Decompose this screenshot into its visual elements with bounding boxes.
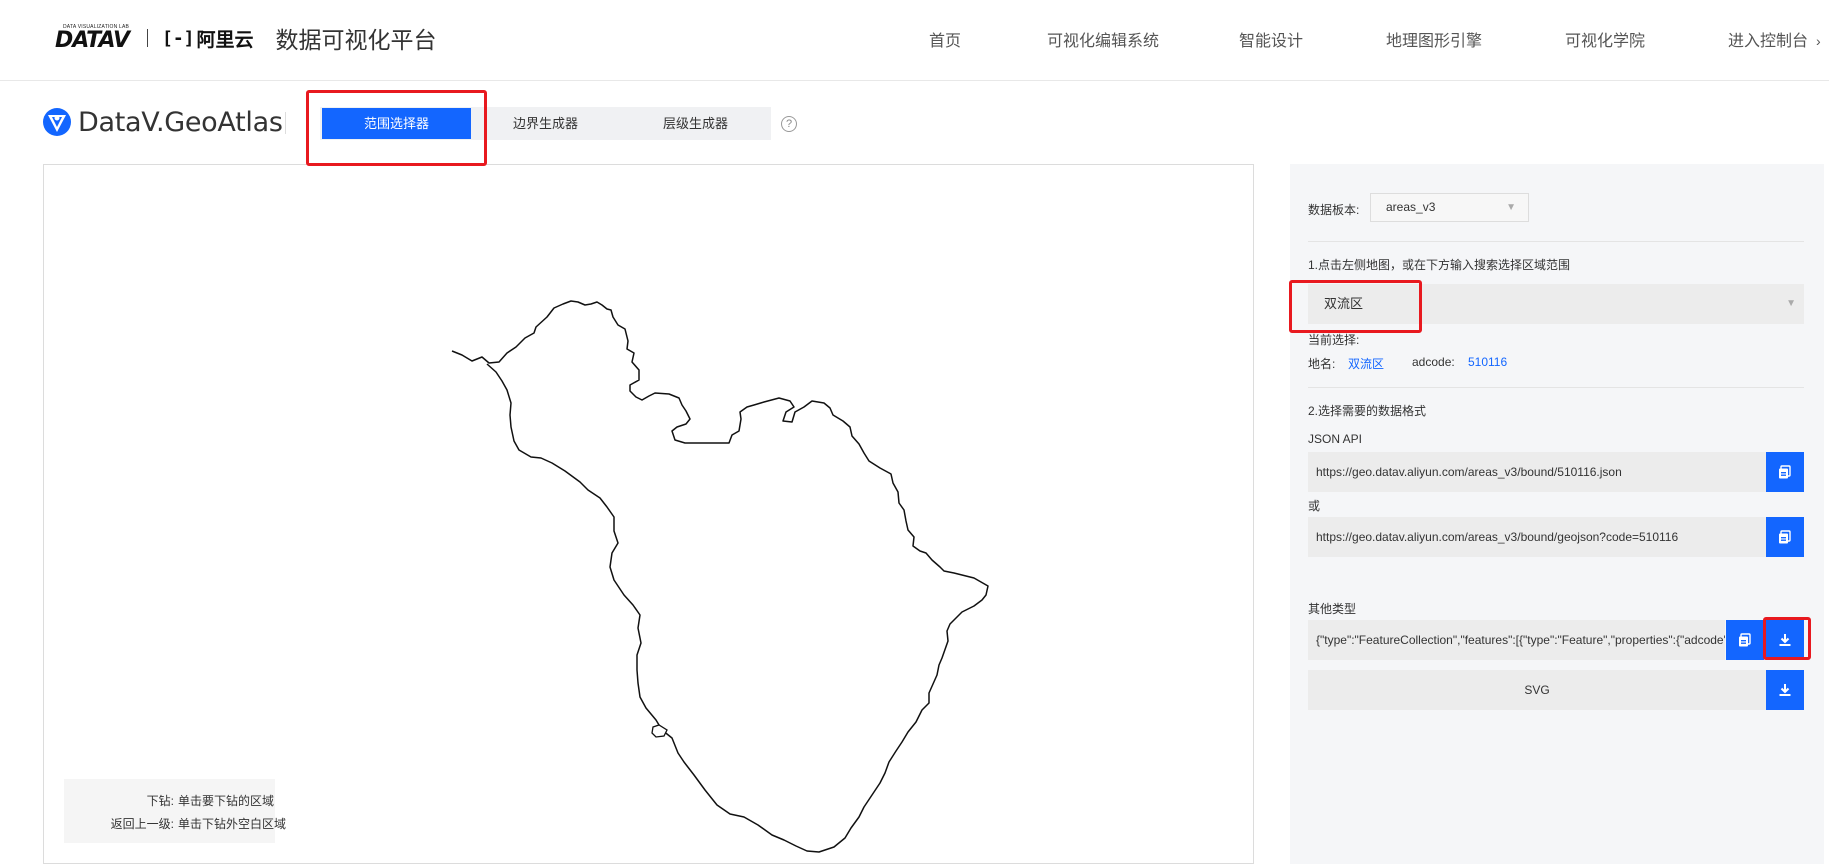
- geojson-url-field[interactable]: https://geo.datav.aliyun.com/areas_v3/bo…: [1308, 517, 1766, 557]
- nav-visual-editor[interactable]: 可视化编辑系统: [1047, 27, 1159, 51]
- nav-smart-design[interactable]: 智能设计: [1239, 27, 1303, 51]
- tab-range-selector[interactable]: 范围选择器: [322, 108, 471, 139]
- divider: [1308, 241, 1804, 242]
- hint-value: 单击要下钻的区域: [178, 794, 275, 808]
- hint-drilldown: 下钻: 单击要下钻的区域: [64, 792, 275, 810]
- download-svg-button[interactable]: [1766, 670, 1804, 710]
- nav-console-label: 进入控制台: [1728, 33, 1809, 50]
- side-panel: 数据板本: areas_v3 ▼ 1.点击左侧地图，或在下方输入搜索选择区域范围…: [1290, 164, 1824, 864]
- hint-key: 下钻:: [146, 794, 174, 808]
- version-select[interactable]: areas_v3 ▼: [1370, 193, 1529, 222]
- download-icon: [1779, 634, 1791, 646]
- main-menu: 首页 可视化编辑系统 智能设计 地理图形引擎 可视化学院 进入控制台 ›: [0, 27, 1829, 51]
- caret-down-icon: ▼: [1506, 202, 1516, 213]
- header-divider: [285, 112, 286, 134]
- copy-icon: [1779, 465, 1791, 479]
- geojson-content-field[interactable]: {"type":"FeatureCollection","features":[…: [1308, 620, 1725, 660]
- nav-geo-engine[interactable]: 地理图形引擎: [1386, 27, 1482, 51]
- download-geojson-button[interactable]: [1766, 620, 1804, 660]
- version-value: areas_v3: [1386, 200, 1436, 214]
- geoatlas-logo[interactable]: DataV.GeoAtlas: [41, 106, 283, 138]
- divider: [1308, 387, 1804, 388]
- hint-value: 单击下钻外空白区域: [178, 817, 287, 831]
- current-selection-label: 当前选择:: [1308, 333, 1360, 347]
- copy-geojson-button[interactable]: [1766, 517, 1804, 557]
- region-map[interactable]: [44, 165, 1253, 863]
- hint-back: 返回上一级: 单击下钻外空白区域: [64, 815, 286, 833]
- tab-hierarchy-generator[interactable]: 层级生成器: [620, 107, 771, 140]
- copy-json-api-button[interactable]: [1766, 452, 1804, 492]
- region-search-select[interactable]: 双流区 ▼: [1308, 284, 1804, 324]
- or-label: 或: [1308, 499, 1321, 513]
- geoatlas-title: DataV.GeoAtlas: [78, 106, 283, 138]
- region-select-value: 双流区: [1324, 296, 1364, 311]
- place-name-label: 地名:: [1308, 357, 1336, 371]
- chevron-right-icon: ›: [1816, 33, 1821, 49]
- nav-console[interactable]: 进入控制台 ›: [1728, 27, 1821, 51]
- copy-content-button[interactable]: [1726, 620, 1764, 660]
- nav-home[interactable]: 首页: [929, 27, 961, 51]
- other-types-label: 其他类型: [1308, 602, 1357, 616]
- top-navigation: DATA VISUALIZATION LAB DATAV [-] 阿里云 数据可…: [0, 0, 1829, 81]
- caret-down-icon: ▼: [1786, 298, 1796, 309]
- region-boundary-shuangliu: [451, 300, 989, 853]
- copy-icon: [1779, 530, 1791, 544]
- hint-key: 返回上一级:: [110, 817, 174, 831]
- step1-instruction: 1.点击左侧地图，或在下方输入搜索选择区域范围: [1308, 258, 1571, 272]
- copy-icon: [1739, 633, 1751, 647]
- map-hint-box: 下钻: 单击要下钻的区域 返回上一级: 单击下钻外空白区域: [64, 779, 286, 843]
- geoatlas-logo-icon: [43, 108, 71, 136]
- tab-boundary-generator[interactable]: 边界生成器: [471, 107, 620, 140]
- nav-academy[interactable]: 可视化学院: [1565, 27, 1645, 51]
- adcode-label: adcode:: [1412, 355, 1455, 369]
- map-panel[interactable]: 下钻: 单击要下钻的区域 返回上一级: 单击下钻外空白区域: [43, 164, 1254, 864]
- adcode-value[interactable]: 510116: [1468, 355, 1507, 369]
- tool-tabs: 范围选择器 边界生成器 层级生成器: [320, 107, 771, 140]
- help-icon[interactable]: ?: [781, 116, 797, 132]
- version-label: 数据板本:: [1308, 203, 1360, 217]
- download-icon: [1779, 684, 1791, 696]
- step2-instruction: 2.选择需要的数据格式: [1308, 404, 1427, 418]
- json-api-url-field[interactable]: https://geo.datav.aliyun.com/areas_v3/bo…: [1308, 452, 1766, 492]
- json-api-label: JSON API: [1308, 432, 1363, 446]
- svg-format-field[interactable]: SVG: [1308, 670, 1766, 710]
- place-name-value[interactable]: 双流区: [1348, 355, 1384, 372]
